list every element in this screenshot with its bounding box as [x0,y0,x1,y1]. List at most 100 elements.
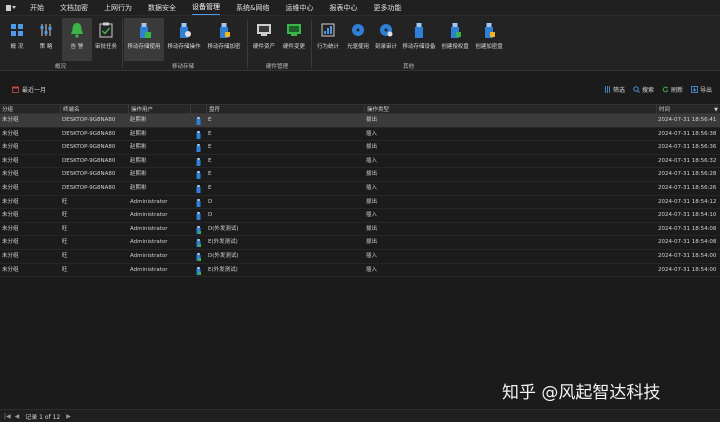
cell-time: 2024-07-31 18:54:08 [658,225,717,232]
cell-drive: E [208,171,212,178]
table-row[interactable]: 未分组 旺 Administrator D 插入 2024-07-31 18:54:10 [0,209,720,223]
table-body: 未分组 DESKTOP-9G8NA80 赵熙彬 E 拔出 2024-07-31 18:56… [0,114,720,278]
cell-terminal: DESKTOP-9G8NA80 [62,130,116,137]
usb-operation-button[interactable]: 移动存储操作 [164,18,204,61]
table-row[interactable]: 未分组 DESKTOP-9G8NA80 赵熙彬 E 插入 2024-07-31 18:56… [0,128,720,142]
table-row[interactable]: 未分组 DESKTOP-9G8NA80 赵熙彬 E 拔出 2024-07-31 18:56… [0,114,720,128]
menu-more-features[interactable]: 更多功能 [373,1,401,15]
usb-drive-icon [196,130,201,139]
table-row[interactable]: 未分组 DESKTOP-9G8NA80 赵熙彬 E 拔出 2024-07-31 18:56… [0,168,720,182]
cell-drive: D(外发测试) [208,252,239,259]
table-row[interactable]: 未分组 DESKTOP-9G8NA80 赵熙彬 E 插入 2024-07-31 18:56… [0,182,720,196]
table-actions: 筛选 搜索 刷新 导出 [604,85,712,94]
burn-audit-button[interactable]: 刻录审计 [372,18,400,61]
search-button[interactable]: 搜索 [633,85,654,94]
behavior-stats-button[interactable]: 行为统计 [314,18,342,61]
export-button[interactable]: 导出 [691,85,712,94]
cell-group: 未分组 [2,266,19,273]
date-range-label: 最近一月 [22,86,47,94]
cd-drive-button[interactable]: 光驱使用 [344,18,372,61]
refresh-label: 刷新 [670,86,683,94]
cell-op-type: 拔出 [366,239,378,246]
first-record-button[interactable]: |◀ [4,413,11,420]
menu-ops-center[interactable]: 运维中心 [285,1,313,15]
hardware-asset-button[interactable]: 硬件资产 [250,18,278,61]
cd-drive-icon [350,22,366,38]
policy-icon [38,22,54,38]
create-encrypted-disk-button[interactable]: 创建加密盘 [472,18,506,61]
hardware-asset-icon [256,22,272,38]
ribbon-separator [311,20,312,68]
next-record-button[interactable]: ▶ [66,413,71,420]
menu-web-behavior[interactable]: 上网行为 [104,1,132,15]
cell-time: 2024-07-31 18:56:26 [658,184,717,191]
cell-op-type: 拔出 [366,225,378,232]
usb-drive-icon [196,171,201,180]
usb-drive-icon [196,184,201,193]
menu-doc-encrypt[interactable]: 文档加密 [60,1,88,15]
cell-group: 未分组 [2,157,19,164]
table-row[interactable]: 未分组 旺 Administrator D(外发测试) 拔出 2024-07-31 18:… [0,223,720,237]
usb-usage-label: 移动存储使用 [127,44,161,50]
cell-user: 赵熙彬 [130,157,147,164]
alarm-button[interactable]: 告 警 [62,18,92,61]
search-icon [633,85,640,93]
usb-encrypt-button[interactable]: 移动存储加密 [204,18,244,61]
approval-task-label: 审批任务 [94,44,117,50]
usb-drive-icon [196,157,201,166]
table-row[interactable]: 未分组 DESKTOP-9G8NA80 赵熙彬 E 插入 2024-07-31 18:56… [0,155,720,169]
usb-drive-icon [196,266,201,275]
menu-system-network[interactable]: 系统&网络 [236,1,269,15]
approval-task-button[interactable]: 审批任务 [92,18,120,61]
burn-audit-icon [378,22,394,38]
table-row[interactable]: 未分组 旺 Administrator D 拔出 2024-07-31 18:54:12 [0,196,720,210]
approval-task-icon [98,22,114,38]
cell-drive: E [208,117,212,123]
export-label: 导出 [699,86,712,94]
cell-terminal: DESKTOP-9G8NA80 [62,171,116,178]
table-row[interactable]: 未分组 DESKTOP-9G8NA80 赵熙彬 E 拔出 2024-07-31 18:56… [0,141,720,155]
behavior-stats-label: 行为统计 [316,44,339,50]
menu-device-management[interactable]: 设备管理 [192,0,220,15]
filter-button[interactable]: 筛选 [604,85,625,94]
cell-user: Administrator [130,266,168,273]
alarm-bell-icon [69,22,85,38]
create-encrypted-disk-label: 创建加密盘 [475,44,503,50]
filter-label: 筛选 [612,86,625,94]
cell-time: 2024-07-31 18:56:38 [658,130,717,137]
usb-device-button[interactable]: 移动存储设备 [400,18,438,61]
overview-button[interactable]: 概 况 [6,18,28,61]
cell-group: 未分组 [2,130,19,137]
refresh-button[interactable]: 刷新 [662,85,683,94]
cd-drive-label: 光驱使用 [346,44,369,50]
create-encrypted-disk-icon [481,22,497,38]
overview-label: 概 况 [10,44,24,50]
menu-data-security[interactable]: 数据安全 [148,1,176,15]
group-label-other: 其他 [403,64,415,70]
burn-audit-label: 刻录审计 [374,44,397,50]
top-menu-bar: 开始 文档加密 上网行为 数据安全 设备管理 系统&网络 运维中心 报表中心 更… [0,0,720,16]
table-row[interactable]: 未分组 旺 Administrator D(外发测试) 插入 2024-07-31 18:… [0,250,720,264]
table-row[interactable]: 未分组 旺 Administrator E(外发测试) 拔出 2024-07-31 18:… [0,236,720,250]
policy-button[interactable]: 策 略 [35,18,57,61]
cell-terminal: DESKTOP-9G8NA80 [62,157,116,164]
date-range-dropdown[interactable]: 最近一月 [12,85,46,94]
cell-drive: E [208,144,212,151]
cell-user: Administrator [130,225,168,232]
app-menu-icon[interactable] [6,3,16,13]
cell-user: 赵熙彬 [130,144,147,151]
cell-time: 2024-07-31 18:54:12 [658,198,717,205]
menu-report-center[interactable]: 报表中心 [329,1,357,15]
hardware-asset-label: 硬件资产 [252,44,275,50]
usb-usage-button[interactable]: 移动存储使用 [124,18,164,61]
cell-time: 2024-07-31 18:54:00 [658,266,717,273]
menu-start[interactable]: 开始 [30,1,44,15]
prev-record-button[interactable]: ◀ [15,413,20,420]
create-auth-disk-button[interactable]: 创建授权盘 [438,18,472,61]
cell-op-type: 拔出 [366,117,378,123]
table-row[interactable]: 未分组 旺 Administrator E(外发测试) 插入 2024-07-31 18:… [0,264,720,278]
cell-op-type: 拔出 [366,144,378,151]
device-log-table: 分组 终端名 操作用户 盘符 操作类型 时间 ▼ 未分组 DESKTOP-9G8N… [0,104,720,278]
usb-encrypt-icon [216,22,232,38]
hardware-change-button[interactable]: 硬件变更 [280,18,308,61]
